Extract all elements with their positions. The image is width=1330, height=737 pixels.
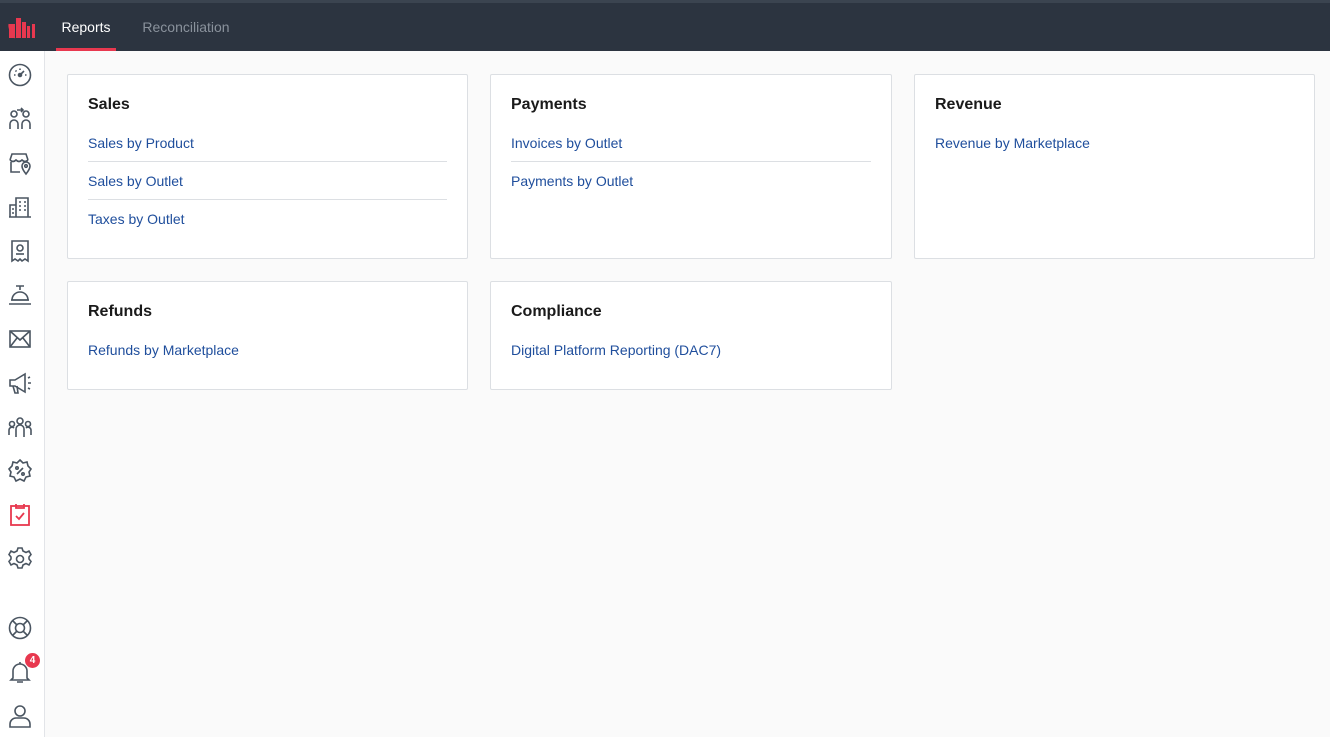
sales-card: Sales Sales by Product Sales by Outlet T…: [67, 74, 468, 259]
payments-by-outlet-link[interactable]: Payments by Outlet: [511, 162, 871, 200]
revenue-by-marketplace-link[interactable]: Revenue by Marketplace: [935, 124, 1294, 162]
refunds-by-marketplace-link[interactable]: Refunds by Marketplace: [88, 331, 447, 369]
tab-reports[interactable]: Reports: [56, 3, 116, 51]
card-links: Sales by Product Sales by Outlet Taxes b…: [88, 124, 447, 238]
card-title: Compliance: [511, 303, 602, 320]
sidebar: 4: [0, 51, 45, 737]
notifications-bell-icon[interactable]: 4: [6, 652, 41, 686]
digital-platform-reporting-link[interactable]: Digital Platform Reporting (DAC7): [511, 331, 871, 369]
card-title: Refunds: [88, 303, 152, 320]
discount-badge-icon[interactable]: [6, 457, 34, 485]
reports-clipboard-icon[interactable]: [6, 501, 34, 529]
payments-card: Payments Invoices by Outlet Payments by …: [490, 74, 892, 259]
notification-count-badge: 4: [24, 652, 41, 669]
reception-bell-icon[interactable]: [6, 281, 34, 309]
receipt-icon[interactable]: [6, 237, 34, 265]
users-exchange-icon[interactable]: [6, 105, 34, 133]
user-profile-icon[interactable]: [6, 702, 34, 730]
store-location-icon[interactable]: [6, 149, 34, 177]
tab-reconciliation[interactable]: Reconciliation: [134, 3, 238, 51]
support-lifebuoy-icon[interactable]: [6, 614, 34, 642]
card-title: Revenue: [935, 96, 1002, 113]
card-links: Invoices by Outlet Payments by Outlet: [511, 124, 871, 200]
card-title: Sales: [88, 96, 130, 113]
sales-by-product-link[interactable]: Sales by Product: [88, 124, 447, 162]
team-icon[interactable]: [6, 413, 34, 441]
sales-by-outlet-link[interactable]: Sales by Outlet: [88, 162, 447, 200]
brand-logo-icon[interactable]: [0, 3, 44, 51]
settings-gear-icon[interactable]: [6, 545, 34, 573]
card-links: Refunds by Marketplace: [88, 331, 447, 369]
buildings-icon[interactable]: [6, 193, 34, 221]
mail-icon[interactable]: [6, 325, 34, 353]
compliance-card: Compliance Digital Platform Reporting (D…: [490, 281, 892, 390]
card-links: Revenue by Marketplace: [935, 124, 1294, 162]
top-navigation-bar: Reports Reconciliation: [0, 0, 1330, 51]
dashboard-icon[interactable]: [6, 61, 34, 89]
taxes-by-outlet-link[interactable]: Taxes by Outlet: [88, 200, 447, 238]
megaphone-icon[interactable]: [6, 369, 34, 397]
refunds-card: Refunds Refunds by Marketplace: [67, 281, 468, 390]
card-links: Digital Platform Reporting (DAC7): [511, 331, 871, 369]
revenue-card: Revenue Revenue by Marketplace: [914, 74, 1315, 259]
card-title: Payments: [511, 96, 587, 113]
invoices-by-outlet-link[interactable]: Invoices by Outlet: [511, 124, 871, 162]
